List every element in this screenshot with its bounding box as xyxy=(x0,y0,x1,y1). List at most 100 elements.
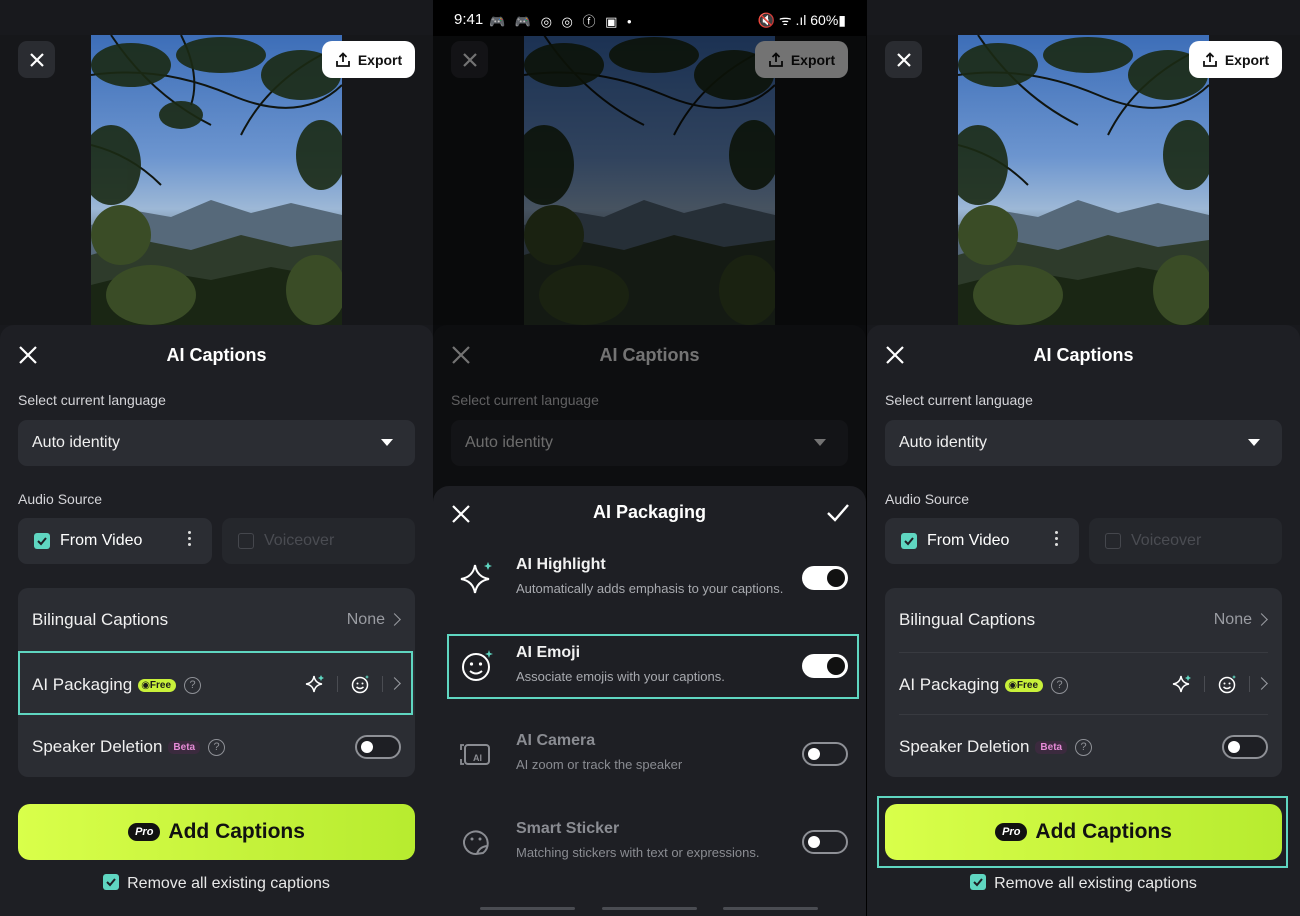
more-options-icon[interactable] xyxy=(1055,531,1059,549)
source-video-label: From Video xyxy=(927,532,1010,549)
help-icon[interactable]: ? xyxy=(208,739,226,757)
item-desc: AI zoom or track the speaker xyxy=(516,757,683,772)
source-video-label: From Video xyxy=(60,532,143,549)
ai-camera-toggle[interactable] xyxy=(802,742,848,766)
export-button[interactable]: Export xyxy=(322,41,415,78)
source-voiceover-label: Voiceover xyxy=(1131,532,1202,549)
remove-existing-captions[interactable]: Remove all existing captions xyxy=(0,873,433,893)
video-frame xyxy=(958,35,1209,325)
export-icon xyxy=(335,51,350,67)
source-voiceover-label: Voiceover xyxy=(264,532,335,549)
pro-badge: Pro xyxy=(128,823,161,841)
checkbox-checked-icon[interactable] xyxy=(901,533,917,549)
export-icon xyxy=(1202,51,1217,67)
add-captions-button[interactable]: Pro Add Captions xyxy=(18,804,415,860)
close-button[interactable] xyxy=(885,41,922,78)
help-icon[interactable]: ? xyxy=(1075,739,1093,757)
beta-badge: Beta xyxy=(168,741,201,755)
checkbox-checked-icon[interactable] xyxy=(970,873,987,890)
more-options-icon[interactable] xyxy=(188,531,192,549)
item-title: AI Highlight xyxy=(516,556,606,573)
packaging-icons xyxy=(1172,674,1250,694)
beta-badge: Beta xyxy=(1035,741,1068,755)
video-frame xyxy=(91,35,342,325)
checkbox-checked-icon[interactable] xyxy=(34,533,50,549)
bilingual-value: None xyxy=(1213,611,1252,628)
packaging-title: AI Packaging xyxy=(592,502,707,522)
checkbox-unchecked-icon[interactable] xyxy=(1105,533,1121,549)
dropdown-caret-icon xyxy=(381,439,393,446)
emoji-icon xyxy=(1218,675,1236,694)
close-icon xyxy=(29,52,44,67)
speaker-deletion-toggle[interactable] xyxy=(355,735,401,759)
bilingual-captions-row[interactable]: Bilingual Captions None xyxy=(18,588,415,650)
screen-ai-captions-add-highlighted: Export AI Captions Select current langua… xyxy=(867,0,1300,916)
nav-bar xyxy=(433,907,866,911)
screen-ai-packaging-sheet: Export AI Captions Select current langua… xyxy=(433,0,866,916)
ai-packaging-row[interactable]: AI Packaging ◉Free? xyxy=(885,652,1282,714)
bilingual-value: None xyxy=(346,611,385,628)
video-preview xyxy=(867,35,1300,325)
checkbox-unchecked-icon[interactable] xyxy=(238,533,254,549)
checkbox-checked-icon[interactable] xyxy=(103,873,120,890)
ai-highlight-toggle[interactable] xyxy=(802,566,848,590)
export-label: Export xyxy=(357,51,403,68)
highlight-frame xyxy=(447,634,859,699)
chevron-right-icon xyxy=(1255,613,1268,626)
language-value: Auto identity xyxy=(32,434,121,451)
status-bar: 9:41 🎮 🎮 ◎ ◎ ⓕ ▣ • 🔇 ᯤ .ıl 60%▮ xyxy=(433,0,866,36)
source-from-video[interactable]: From Video xyxy=(18,518,212,564)
source-voiceover[interactable]: Voiceover xyxy=(222,518,415,564)
ai-camera-item: AI AI Camera AI zoom or track the speake… xyxy=(433,714,866,794)
smart-sticker-toggle[interactable] xyxy=(802,830,848,854)
remove-existing-captions[interactable]: Remove all existing captions xyxy=(867,873,1300,893)
highlight-frame xyxy=(18,651,413,715)
speaker-deletion-label: Speaker Deletion Beta? xyxy=(899,737,1093,757)
export-label: Export xyxy=(1224,51,1270,68)
language-value: Auto identity xyxy=(899,434,988,451)
bilingual-label: Bilingual Captions xyxy=(32,610,169,629)
source-from-video[interactable]: From Video xyxy=(885,518,1079,564)
divider xyxy=(1204,676,1205,692)
audio-source-label: Audio Source xyxy=(885,491,970,507)
language-dropdown[interactable]: Auto identity xyxy=(18,420,415,466)
help-icon[interactable]: ? xyxy=(1051,677,1069,695)
svg-text:AI: AI xyxy=(473,753,482,763)
export-button[interactable]: Export xyxy=(1189,41,1282,78)
bilingual-captions-row[interactable]: Bilingual Captions None xyxy=(885,588,1282,650)
sheet-title: AI Captions xyxy=(1033,345,1134,365)
options-card: Bilingual Captions None AI Packaging ◉Fre… xyxy=(885,588,1282,777)
close-icon xyxy=(896,52,911,67)
remove-label: Remove all existing captions xyxy=(127,875,330,892)
ai-highlight-item: AI Highlight Automatically adds emphasis… xyxy=(433,538,866,618)
sheet-title: AI Captions xyxy=(166,345,267,365)
close-button[interactable] xyxy=(18,41,55,78)
speaker-deletion-row: Speaker Deletion Beta? xyxy=(885,714,1282,776)
ai-packaging-label: AI Packaging ◉Free? xyxy=(899,675,1069,695)
status-indicators: 🔇 ᯤ .ıl 60%▮ xyxy=(757,12,847,28)
camera-icon: AI xyxy=(460,744,490,765)
item-title: AI Camera xyxy=(516,732,596,749)
free-badge: ◉Free xyxy=(1005,679,1044,693)
speaker-deletion-toggle[interactable] xyxy=(1222,735,1268,759)
sticker-icon xyxy=(462,830,489,856)
language-label: Select current language xyxy=(18,392,166,408)
ai-captions-sheet: AI Captions Select current language Auto… xyxy=(0,325,433,916)
sparkle-icon xyxy=(460,562,492,594)
item-title: Smart Sticker xyxy=(516,820,620,837)
ai-packaging-sheet: AI Packaging AI Highlight Automatically … xyxy=(433,486,866,916)
item-desc: Automatically adds emphasis to your capt… xyxy=(516,581,784,596)
highlight-frame xyxy=(877,796,1288,868)
chevron-right-icon xyxy=(1255,677,1268,690)
source-voiceover[interactable]: Voiceover xyxy=(1089,518,1282,564)
audio-source-label: Audio Source xyxy=(18,491,103,507)
speaker-deletion-row: Speaker Deletion Beta? xyxy=(18,714,415,776)
smart-sticker-item: Smart Sticker Matching stickers with tex… xyxy=(433,802,866,882)
status-app-icons: 🎮 🎮 ◎ ◎ ⓕ ▣ • xyxy=(489,14,635,29)
divider xyxy=(1249,676,1250,692)
speaker-deletion-label: Speaker Deletion Beta? xyxy=(32,737,226,757)
status-time: 9:41 xyxy=(454,11,484,28)
language-dropdown[interactable]: Auto identity xyxy=(885,420,1282,466)
language-label: Select current language xyxy=(885,392,1033,408)
confirm-check-icon[interactable] xyxy=(826,502,850,524)
